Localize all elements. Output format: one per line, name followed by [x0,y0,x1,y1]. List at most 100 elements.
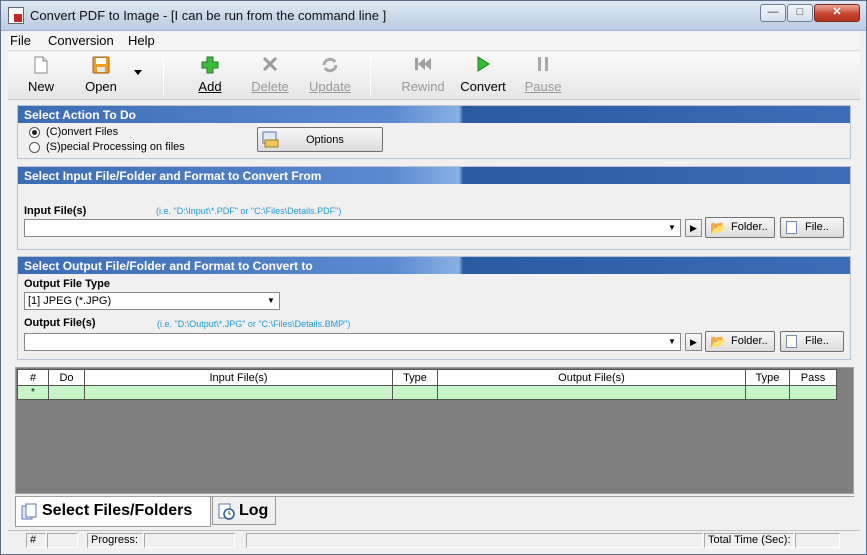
output-folder-label: Folder.. [731,335,768,347]
output-section: Select Output File/Folder and Format to … [17,256,851,360]
input-section: Select Input File/Folder and Format to C… [17,166,851,250]
output-type-value: [1] JPEG (*.JPG) [28,295,112,307]
delete-button[interactable]: Delete [242,56,298,98]
action-section-heading: Select Action To Do [18,106,850,123]
floppy-icon [91,56,111,76]
menu-file[interactable]: File [10,33,31,48]
input-folder-label: Folder.. [731,221,768,233]
grid-col-pass[interactable]: Pass [789,369,837,386]
tab-log[interactable]: Log [212,497,276,525]
grid-col-do[interactable]: Do [48,369,85,386]
input-folder-button[interactable]: 📂 Folder.. [705,217,775,238]
status-total-time-label: Total Time (Sec): [704,533,794,548]
rewind-icon [413,56,433,76]
input-arrow-button[interactable]: ▶ [685,219,702,237]
folder-icon: 📂 [710,220,727,235]
tab-select-files-folders-label: Select Files/Folders [42,502,193,519]
output-file-label: File.. [805,335,829,347]
grid-col-number[interactable]: # [17,369,49,386]
grid-col-output-type[interactable]: Type [745,369,790,386]
chevron-down-icon[interactable]: ▼ [665,335,679,349]
minimize-button[interactable]: — [760,4,786,22]
add-label: Add [198,79,222,94]
file-icon [786,221,797,234]
grid-cell[interactable] [789,385,837,400]
special-processing-radio[interactable] [29,142,40,153]
menu-help[interactable]: Help [128,33,155,48]
grid-cell[interactable] [437,385,746,400]
window-title: Convert PDF to Image - [I can be run fro… [30,8,387,23]
output-files-label: Output File(s) [24,317,96,329]
client-area: File Conversion Help New Open Add Delete… [8,31,860,549]
grid-col-input-type[interactable]: Type [392,369,438,386]
grid-cell[interactable] [392,385,438,400]
documents-icon [21,503,38,520]
special-processing-label[interactable]: (S)pecial Processing on files [46,141,185,153]
folder-icon: 📂 [710,334,727,349]
new-row-marker: * [17,385,49,400]
options-label: Options [306,134,344,146]
input-file-button[interactable]: File.. [780,217,844,238]
pause-button[interactable]: Pause [515,56,571,98]
grid-col-input-files[interactable]: Input File(s) [84,369,393,386]
convert-files-radio[interactable] [29,127,40,138]
title-bar[interactable]: Convert PDF to Image - [I can be run fro… [1,1,866,31]
convert-label: Convert [460,79,506,94]
output-files-combo[interactable]: ▼ [24,333,681,351]
grid-cell[interactable] [48,385,85,400]
rewind-button[interactable]: Rewind [395,56,451,98]
refresh-icon [320,56,340,76]
menu-bar: File Conversion Help [8,31,860,51]
tab-select-files-folders[interactable]: Select Files/Folders [15,497,211,527]
toolbar-separator [370,56,371,96]
delete-label: Delete [251,79,289,94]
chevron-down-icon[interactable]: ▼ [264,294,278,308]
toolbar: New Open Add Delete Update Rewind Conver… [8,52,860,100]
menu-conversion[interactable]: Conversion [48,33,114,48]
input-section-heading: Select Input File/Folder and Format to C… [18,167,850,184]
output-folder-button[interactable]: 📂 Folder.. [705,331,775,352]
delete-x-icon [260,56,280,76]
bottom-tab-bar: Select Files/Folders Log [15,496,854,528]
add-button[interactable]: Add [182,56,238,98]
status-bar: # Progress: Total Time (Sec): [8,530,860,549]
status-total-time-value [795,533,840,548]
options-button[interactable]: Options [257,127,383,152]
grid-col-output-files[interactable]: Output File(s) [437,369,746,386]
pause-label: Pause [524,79,562,94]
rewind-label: Rewind [401,79,445,94]
file-icon [786,335,797,348]
output-type-select[interactable]: [1] JPEG (*.JPG) ▼ [24,292,280,310]
toolbar-separator [163,56,164,96]
close-button[interactable]: ✕ [814,4,860,22]
open-dropdown-icon[interactable] [134,70,142,75]
output-files-hint: (i.e. "D:\Output\*.JPG" or "C:\Files\Det… [157,319,351,329]
update-label: Update [309,79,351,94]
grid-header-row: # Do Input File(s) Type Output File(s) T… [17,369,837,386]
grid-cell[interactable] [745,385,790,400]
convert-button[interactable]: Convert [455,56,511,98]
new-button[interactable]: New [13,56,69,98]
output-section-heading: Select Output File/Folder and Format to … [18,257,850,274]
file-grid[interactable]: # Do Input File(s) Type Output File(s) T… [17,369,837,400]
grid-new-row[interactable]: * [17,385,837,400]
options-icon [262,131,280,148]
convert-files-label[interactable]: (C)onvert Files [46,126,118,138]
chevron-down-icon[interactable]: ▼ [665,221,679,235]
open-label: Open [85,79,117,94]
output-file-button[interactable]: File.. [780,331,844,352]
input-file-label: File.. [805,221,829,233]
input-files-combo[interactable]: ▼ [24,219,681,237]
grid-cell[interactable] [84,385,393,400]
output-arrow-button[interactable]: ▶ [685,333,702,351]
input-files-hint: (i.e. "D:\Input\*.PDF" or "C:\Files\Deta… [156,206,342,216]
update-button[interactable]: Update [302,56,358,98]
app-window: Convert PDF to Image - [I can be run fro… [0,0,867,555]
maximize-button[interactable]: □ [787,4,813,22]
tab-log-label: Log [239,502,269,519]
output-type-label: Output File Type [24,278,110,290]
status-progress-bar [144,533,235,548]
new-label: New [27,79,54,94]
open-button[interactable]: Open [73,56,129,98]
app-icon [8,7,24,24]
